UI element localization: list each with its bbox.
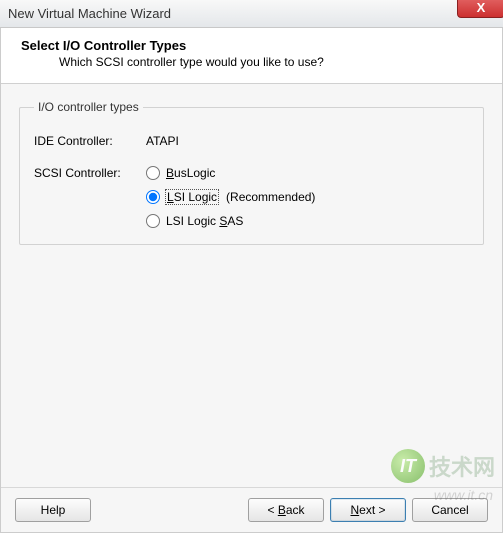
radio-lsilogic[interactable]: [146, 190, 160, 204]
header-subtitle: Which SCSI controller type would you lik…: [59, 55, 482, 69]
scsi-label: SCSI Controller:: [34, 166, 146, 180]
radio-lsilogic-sas[interactable]: [146, 214, 160, 228]
window-title: New Virtual Machine Wizard: [8, 6, 171, 21]
scsi-row-lsilogic: LSI Logic (Recommended): [146, 190, 469, 204]
help-button[interactable]: Help: [15, 498, 91, 522]
io-controller-group: I/O controller types IDE Controller: ATA…: [19, 100, 484, 245]
header-title: Select I/O Controller Types: [21, 38, 482, 53]
scsi-row-lsilogic-sas: LSI Logic SAS: [146, 214, 469, 228]
ide-value: ATAPI: [146, 134, 179, 148]
ide-label: IDE Controller:: [34, 134, 146, 148]
back-button[interactable]: < Back: [248, 498, 324, 522]
close-icon: X: [477, 0, 486, 15]
radio-buslogic-label[interactable]: BusLogic: [166, 166, 215, 180]
titlebar: New Virtual Machine Wizard X: [0, 0, 503, 28]
footer: Help < Back Next > Cancel: [1, 487, 502, 532]
wizard-header: Select I/O Controller Types Which SCSI c…: [1, 28, 502, 84]
radio-lsilogic-sas-label[interactable]: LSI Logic SAS: [166, 214, 243, 228]
window-body: Select I/O Controller Types Which SCSI c…: [0, 28, 503, 533]
cancel-button[interactable]: Cancel: [412, 498, 488, 522]
group-legend: I/O controller types: [34, 100, 143, 114]
scsi-row-buslogic: SCSI Controller: BusLogic: [34, 166, 469, 180]
radio-buslogic[interactable]: [146, 166, 160, 180]
radio-lsilogic-label[interactable]: LSI Logic: [166, 190, 218, 204]
next-button[interactable]: Next >: [330, 498, 406, 522]
content-area: I/O controller types IDE Controller: ATA…: [1, 84, 502, 487]
ide-row: IDE Controller: ATAPI: [34, 134, 469, 148]
recommended-text: (Recommended): [226, 190, 315, 204]
close-button[interactable]: X: [457, 0, 503, 18]
